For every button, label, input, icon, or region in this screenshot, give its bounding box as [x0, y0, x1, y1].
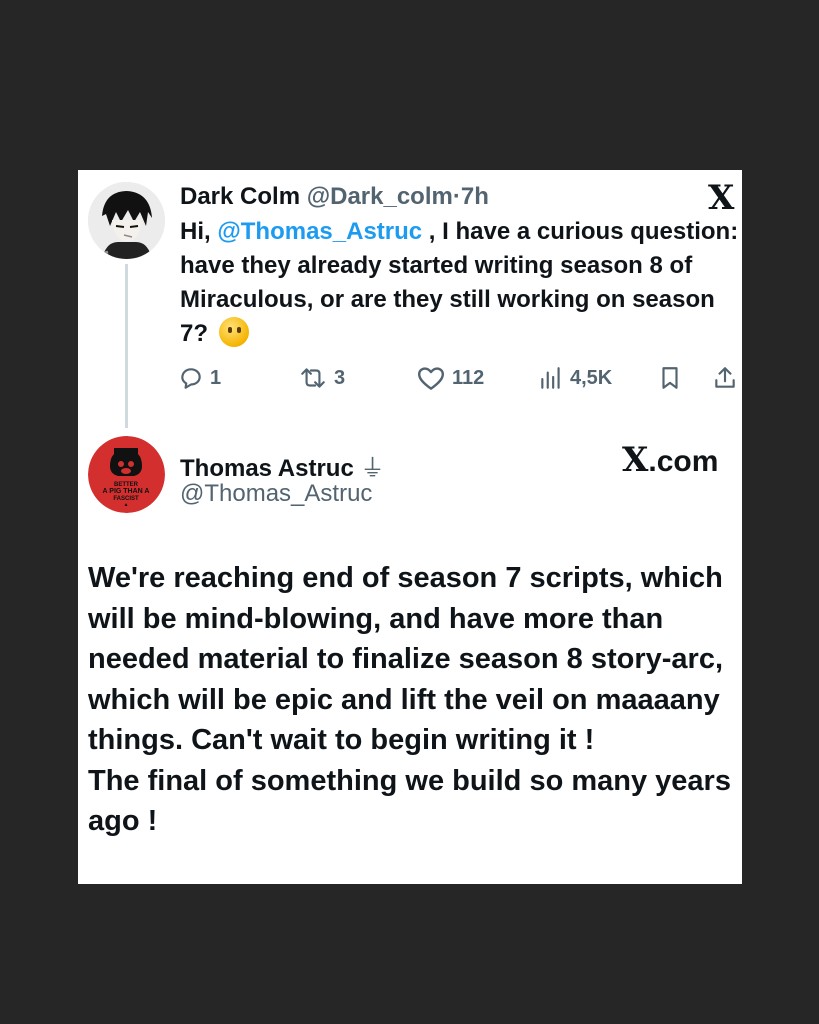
bookmark-icon — [662, 367, 678, 389]
reply-count: 1 — [210, 366, 222, 389]
reply-author-handle[interactable]: @Thomas_Astruc — [180, 480, 372, 508]
tweet-screenshot-card: Dark Colm @Dark_colm·7h X Hi, @Thomas_As… — [78, 170, 742, 884]
reply-paragraph: We're reaching end of season 7 scripts, … — [88, 562, 724, 756]
thinking-face-emoji — [218, 317, 249, 347]
reply-header: Thomas Astruc ⏚ — [180, 448, 384, 483]
share-icon — [715, 367, 735, 388]
x-com-watermark: X .com — [622, 440, 718, 480]
reply-text: We're reaching end of season 7 scripts, … — [88, 558, 738, 842]
avatar-dark-colm[interactable] — [88, 182, 165, 259]
site-suffix: .com — [648, 445, 719, 478]
views-chart-icon — [541, 367, 560, 389]
like-button[interactable]: 112 — [416, 362, 484, 394]
mention-link[interactable]: @Thomas_Astruc — [217, 218, 422, 245]
repost-count: 3 — [334, 366, 346, 389]
x-logo-icon: X — [622, 440, 649, 480]
share-button[interactable] — [712, 362, 738, 394]
x-logo-icon: X — [708, 178, 735, 218]
like-count: 112 — [452, 366, 485, 389]
tweet-header: Dark Colm @Dark_colm·7h — [180, 183, 489, 211]
repost-button[interactable]: 3 — [298, 362, 345, 394]
tweet-text: Hi, @Thomas_Astruc , I have a curious qu… — [180, 215, 740, 351]
pig-logo-avatar-image: BETTER A PIG THAN A FASCIST — [88, 436, 165, 513]
svg-text:FASCIST: FASCIST — [113, 496, 139, 502]
thread-connector-line — [125, 264, 128, 428]
tweet-text-part: Hi, — [180, 218, 218, 245]
heart-icon — [418, 367, 444, 390]
post-time[interactable]: 7h — [461, 183, 489, 210]
anime-avatar-image — [88, 182, 165, 259]
views-button[interactable]: 4,5K — [538, 362, 612, 394]
dot-separator: · — [452, 183, 461, 210]
affiliation-badge-icon: ⏚ — [360, 455, 385, 482]
repost-icon — [301, 368, 325, 388]
avatar-thomas-astruc[interactable]: BETTER A PIG THAN A FASCIST — [88, 436, 165, 513]
reply-paragraph: The final of something we build so many … — [88, 764, 731, 838]
reply-icon — [181, 368, 201, 389]
views-count: 4,5K — [570, 366, 613, 389]
reply-button[interactable]: 1 — [178, 362, 221, 394]
author-name[interactable]: Dark Colm — [180, 183, 300, 210]
tweet-action-bar: 1 3 112 4,5K — [178, 362, 738, 394]
reply-author-name[interactable]: Thomas Astruc — [180, 455, 354, 482]
author-handle[interactable]: @Dark_colm — [307, 183, 453, 210]
bookmark-button[interactable] — [658, 362, 682, 394]
svg-text:A PIG THAN A: A PIG THAN A — [103, 488, 150, 495]
